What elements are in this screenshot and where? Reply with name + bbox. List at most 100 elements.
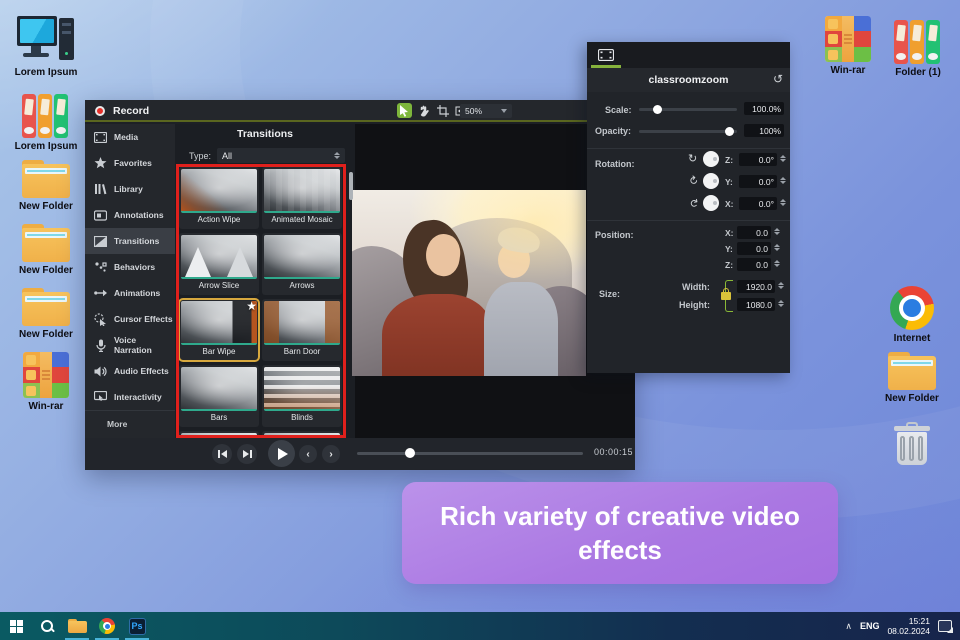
opacity-slider[interactable]	[639, 127, 737, 136]
taskbar-chrome[interactable]	[92, 612, 122, 640]
pointer-tool-button[interactable]	[397, 103, 412, 118]
sidebar-item-audio-effects[interactable]: Audio Effects	[85, 358, 175, 384]
stepper-icon[interactable]	[778, 300, 784, 307]
size-label: Size:	[599, 289, 621, 299]
desktop-icon-folder[interactable]: New Folder	[876, 352, 948, 404]
sidebar-item-behaviors[interactable]: Behaviors	[85, 254, 175, 280]
start-button[interactable]	[0, 612, 32, 640]
preview-media[interactable]	[352, 190, 586, 376]
favorite-star-icon[interactable]: ★	[246, 299, 257, 313]
sidebar-item-favorites[interactable]: Favorites	[85, 150, 175, 176]
zoom-level-dropdown[interactable]: 50%	[460, 104, 512, 118]
transition-item-arrow-slice[interactable]: Arrow Slice	[179, 233, 259, 295]
sidebar-item-media[interactable]: Media	[85, 124, 175, 150]
tray-chevron-icon[interactable]: ∧	[845, 621, 852, 632]
previous-button[interactable]: ‹	[299, 445, 317, 463]
search-icon	[40, 619, 54, 633]
step-forward-button[interactable]	[237, 444, 257, 464]
scale-value-field[interactable]: 100.0%	[744, 102, 784, 115]
desktop-icon-folder[interactable]: New Folder	[10, 160, 82, 212]
type-dropdown[interactable]: All	[217, 148, 345, 163]
transition-item-barn-door[interactable]: Barn Door	[262, 299, 342, 361]
rotation-z-knob[interactable]	[703, 151, 719, 167]
transition-type-row: Type: All	[189, 148, 345, 163]
aspect-lock[interactable]	[717, 280, 735, 312]
desktop-icon-winrar[interactable]: Win-rar	[10, 352, 82, 412]
stepper-icon[interactable]	[774, 228, 780, 235]
search-button[interactable]	[32, 612, 62, 640]
transition-item-partial[interactable]	[179, 431, 259, 435]
stepper-icon[interactable]	[778, 282, 784, 289]
taskbar-file-explorer[interactable]	[62, 612, 92, 640]
sidebar-item-more[interactable]: More	[85, 410, 175, 436]
sidebar-item-library[interactable]: Library	[85, 176, 175, 202]
media-icon	[94, 131, 107, 144]
action-center-icon[interactable]	[938, 620, 952, 632]
rotation-y-field[interactable]: 0.0°	[739, 175, 777, 188]
taskbar-photoshop[interactable]: Ps	[122, 612, 152, 640]
desktop-icon-computer[interactable]: Lorem Ipsum	[10, 16, 82, 78]
scale-slider-thumb[interactable]	[653, 105, 662, 114]
sidebar-item-interactivity[interactable]: Interactivity	[85, 384, 175, 410]
position-y-axis: Y:	[725, 244, 733, 254]
sidebar-item-cursor-effects[interactable]: Cursor Effects	[85, 306, 175, 332]
stepper-icon[interactable]	[774, 244, 780, 251]
transition-item-blinds[interactable]: Blinds	[262, 365, 342, 427]
transition-label: Arrow Slice	[198, 281, 240, 290]
sidebar-item-voice-narration[interactable]: Voice Narration	[85, 332, 175, 358]
stepper-icon[interactable]	[780, 199, 786, 206]
transition-thumbnail	[264, 367, 340, 411]
rotation-y-knob[interactable]	[703, 173, 719, 189]
sidebar-item-label: Behaviors	[114, 262, 156, 272]
position-x-field[interactable]: 0.0	[737, 226, 771, 239]
desktop-icon-binders[interactable]: Lorem Ipsum	[10, 94, 82, 152]
taskbar-clock[interactable]: 15:21 08.02.2024	[887, 616, 930, 636]
desktop-icon-folder[interactable]: New Folder	[10, 224, 82, 276]
position-z-field[interactable]: 0.0	[737, 258, 771, 271]
clip-name: classroomzoom	[648, 74, 729, 86]
step-backward-button[interactable]	[212, 444, 232, 464]
desktop-icon-trash[interactable]	[876, 420, 948, 466]
record-window-titlebar[interactable]: Record 50%	[85, 100, 635, 122]
width-field[interactable]: 1920.0	[737, 280, 775, 293]
transition-item-arrows[interactable]: Arrows	[262, 233, 342, 295]
seek-slider-thumb[interactable]	[405, 448, 415, 458]
stepper-icon[interactable]	[780, 155, 786, 162]
transition-item-partial[interactable]	[262, 431, 342, 435]
height-field[interactable]: 1080.0	[737, 298, 775, 311]
transitions-scrollbar[interactable]	[349, 172, 353, 200]
chrome-icon	[99, 618, 115, 634]
position-y-field[interactable]: 0.0	[737, 242, 771, 255]
transition-item-animated-mosaic[interactable]: Animated Mosaic	[262, 167, 342, 229]
stepper-icon[interactable]	[780, 177, 786, 184]
rotation-x-field[interactable]: 0.0°	[739, 197, 777, 210]
winrar-icon	[23, 352, 69, 398]
sidebar-item-annotations[interactable]: Annotations	[85, 202, 175, 228]
desktop-icon-folder[interactable]: New Folder	[10, 288, 82, 340]
desktop-icon-folder1[interactable]: Folder (1)	[882, 20, 954, 78]
sidebar-item-transitions[interactable]: Transitions	[85, 228, 175, 254]
play-button[interactable]	[268, 440, 295, 467]
transition-label: Blinds	[291, 413, 313, 422]
desktop-icon-winrar[interactable]: Win-rar	[812, 16, 884, 76]
zoom-level-value: 50%	[465, 106, 483, 116]
transition-item-bars[interactable]: Bars	[179, 365, 259, 427]
pan-tool-button[interactable]	[416, 103, 431, 118]
reset-icon[interactable]: ↺	[773, 72, 783, 86]
seek-slider[interactable]	[357, 448, 583, 458]
opacity-slider-thumb[interactable]	[725, 127, 734, 136]
rotation-x-knob[interactable]	[703, 195, 719, 211]
crop-tool-button[interactable]	[435, 103, 450, 118]
transition-item-bar-wipe-selected[interactable]: ★ Bar Wipe	[179, 298, 260, 362]
scale-slider[interactable]	[639, 105, 737, 114]
height-label: Height:	[679, 300, 710, 310]
media-properties-tab[interactable]	[593, 46, 619, 64]
next-button[interactable]: ›	[322, 445, 340, 463]
rotation-z-field[interactable]: 0.0°	[739, 153, 777, 166]
sidebar-item-animations[interactable]: Animations	[85, 280, 175, 306]
opacity-value-field[interactable]: 100%	[744, 124, 784, 137]
desktop-icon-internet[interactable]: Internet	[876, 286, 948, 344]
stepper-icon[interactable]	[774, 260, 780, 267]
language-indicator[interactable]: ENG	[860, 621, 880, 631]
transition-item-action-wipe[interactable]: Action Wipe	[179, 167, 259, 229]
